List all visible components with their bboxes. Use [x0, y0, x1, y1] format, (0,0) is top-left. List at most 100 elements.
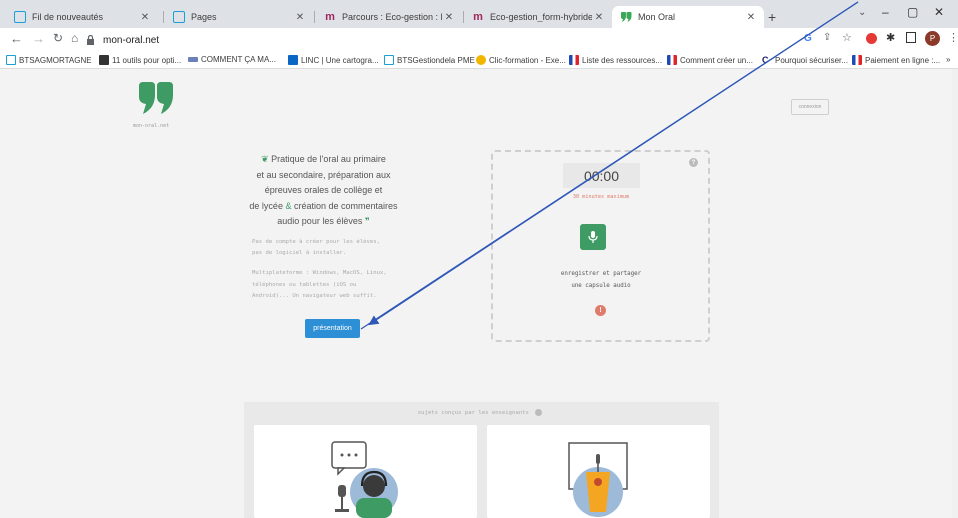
- bookmark-star-icon[interactable]: ☆: [842, 31, 852, 44]
- sidebar-icon[interactable]: [906, 32, 916, 43]
- bookmark-pourquoi-securiser[interactable]: C Pourquoi sécuriser...: [762, 55, 848, 65]
- tab-title: Pages: [191, 12, 217, 22]
- subject-card-oral[interactable]: [254, 425, 477, 518]
- intro-line: Pratique de l'oral au primaire: [271, 154, 386, 164]
- alert-icon[interactable]: !: [595, 305, 606, 316]
- bookmark-clic-formation[interactable]: Clic-formation - Exe...: [476, 55, 566, 65]
- flag-icon: [569, 55, 579, 65]
- flag-icon: [852, 55, 862, 65]
- tab-pages[interactable]: Pages ✕: [165, 6, 313, 28]
- bookmark-icon: [188, 57, 198, 62]
- restore-icon[interactable]: ▢: [907, 5, 918, 19]
- record-text-line: enregistrer et partager: [560, 271, 642, 277]
- help-icon[interactable]: [535, 409, 543, 416]
- intro-line: création de commentaires: [294, 200, 398, 211]
- intro-line: et au secondaire, préparation aux: [256, 169, 391, 180]
- extensions-icon[interactable]: ✱: [886, 31, 895, 44]
- menu-icon[interactable]: ⋮: [948, 31, 958, 44]
- tab-parcours[interactable]: m Parcours : Eco-gestion : Favorise ✕: [316, 6, 462, 28]
- help-icon[interactable]: ?: [689, 158, 698, 167]
- connexion-button[interactable]: connexion: [791, 99, 829, 115]
- intro-line: épreuves orales de collège et: [264, 185, 383, 195]
- moodle-icon: m: [325, 11, 335, 23]
- moodle-icon: m: [473, 11, 483, 23]
- bookmark-label: Comment créer un...: [680, 55, 753, 65]
- bookmark-liste-ressources[interactable]: Liste des ressources...: [569, 55, 662, 65]
- intro-line: audio pour les élèves: [277, 216, 363, 226]
- info-line: Android)... Un navigateur web suffit.: [252, 293, 377, 299]
- tab-mon-oral[interactable]: Mon Oral ✕: [612, 6, 764, 28]
- bookmark-icon: [476, 55, 486, 65]
- bookmark-comment-ca-ma[interactable]: COMMENT ÇA MA...: [188, 55, 276, 64]
- record-text: enregistrer et partager une capsule audi…: [540, 268, 662, 292]
- google-translate-icon[interactable]: G: [804, 33, 812, 44]
- tab-eco-gestion[interactable]: m Eco-gestion_form-hybrides: Dép ✕: [464, 6, 612, 28]
- adblock-icon[interactable]: [866, 33, 877, 44]
- close-tab-icon[interactable]: ✕: [442, 12, 456, 23]
- bookmark-paiement[interactable]: Paiement en ligne :...: [852, 55, 940, 65]
- page-content: mon-oral.net connexion ❦ Pratique de l'o…: [0, 69, 958, 518]
- record-text-line: une capsule audio: [571, 283, 631, 289]
- bookmark-btsgestion[interactable]: BTSGestiondela PME: [384, 55, 475, 65]
- profile-avatar[interactable]: P: [925, 31, 940, 46]
- bookmark-label: BTSAGMORTAGNE: [19, 55, 92, 65]
- close-tab-icon[interactable]: ✕: [138, 12, 152, 23]
- mon-oral-small-icon: ❞: [364, 216, 370, 226]
- bookmark-label: Clic-formation - Exe...: [489, 55, 566, 65]
- browser-toolbar: ← → ↻ ⌂ mon-oral.net G ⇪ ☆ ✱ P ⋮: [0, 28, 958, 52]
- lock-icon: [87, 35, 94, 45]
- timer-limit: 30 minutes maximum: [572, 194, 630, 200]
- no-account-text: Pas de compte à créer pour les élèves, p…: [252, 237, 410, 258]
- site-logo[interactable]: [137, 81, 175, 120]
- more-bookmarks-icon[interactable]: »: [946, 55, 950, 64]
- bookmark-label: LINC | Une cartogra...: [301, 55, 379, 65]
- page-icon: [384, 55, 394, 65]
- record-button[interactable]: [580, 224, 606, 250]
- reload-icon[interactable]: ↻: [53, 31, 63, 45]
- mon-oral-icon: [620, 11, 632, 23]
- bookmark-label: 11 outils pour opti...: [112, 55, 182, 65]
- subject-card-presentation[interactable]: [487, 425, 710, 518]
- bookmark-icon: C: [762, 55, 769, 65]
- bookmark-linc[interactable]: LINC | Une cartogra...: [288, 55, 379, 65]
- tab-title: Parcours : Eco-gestion : Favorise: [342, 12, 442, 22]
- scrollbar[interactable]: [952, 69, 958, 518]
- share-icon[interactable]: ⇪: [823, 32, 831, 43]
- bookmark-label: COMMENT ÇA MA...: [201, 55, 276, 64]
- back-icon[interactable]: ←: [10, 31, 23, 46]
- bookmark-label: Paiement en ligne :...: [865, 55, 941, 65]
- bookmark-label: BTSGestiondela PME: [397, 55, 475, 65]
- bookmark-btsagmortagne[interactable]: BTSAGMORTAGNE: [6, 55, 92, 65]
- forward-icon[interactable]: →: [32, 31, 45, 46]
- minimize-icon[interactable]: –: [882, 5, 889, 19]
- intro-text: ❦ Pratique de l'oral au primaire et au s…: [236, 152, 411, 230]
- tab-search-icon[interactable]: ⌄: [858, 7, 866, 18]
- presentation-button[interactable]: présentation: [305, 319, 360, 338]
- close-window-icon[interactable]: ✕: [934, 5, 944, 19]
- bookmark-comment-creer[interactable]: Comment créer un...: [667, 55, 753, 65]
- page-icon: [6, 55, 16, 65]
- subjects-title: sujets conçus par les enseignants: [400, 409, 560, 416]
- close-tab-icon[interactable]: ✕: [592, 12, 606, 23]
- intro-line: de lycée: [249, 200, 283, 211]
- home-icon[interactable]: ⌂: [71, 31, 78, 45]
- bookmark-label: Pourquoi sécuriser...: [775, 55, 848, 65]
- leaf-icon: ❦: [261, 154, 269, 164]
- microphone-icon: [588, 231, 598, 243]
- bookmark-icon: [99, 55, 109, 65]
- subjects-title-text: sujets conçus par les enseignants: [417, 410, 529, 416]
- multiplatform-text: Multiplateforme : Windows, MacOS, Linux,…: [252, 268, 412, 303]
- tab-fil-nouveautes[interactable]: Fil de nouveautés ✕: [6, 6, 158, 28]
- flag-icon: [667, 55, 677, 65]
- page-icon: [173, 11, 185, 23]
- new-tab-icon[interactable]: +: [768, 9, 776, 25]
- address-bar[interactable]: mon-oral.net: [86, 31, 786, 49]
- tab-title: Eco-gestion_form-hybrides: Dép: [490, 12, 592, 22]
- timer-display: 00:00: [563, 163, 640, 188]
- bookmark-11-outils[interactable]: 11 outils pour opti...: [99, 55, 181, 65]
- close-tab-icon[interactable]: ✕: [293, 12, 307, 23]
- close-tab-icon[interactable]: ✕: [744, 12, 758, 23]
- tab-title: Mon Oral: [638, 12, 676, 22]
- info-line: Pas de compte à créer pour les élèves,: [252, 239, 380, 245]
- page-icon: [14, 11, 26, 23]
